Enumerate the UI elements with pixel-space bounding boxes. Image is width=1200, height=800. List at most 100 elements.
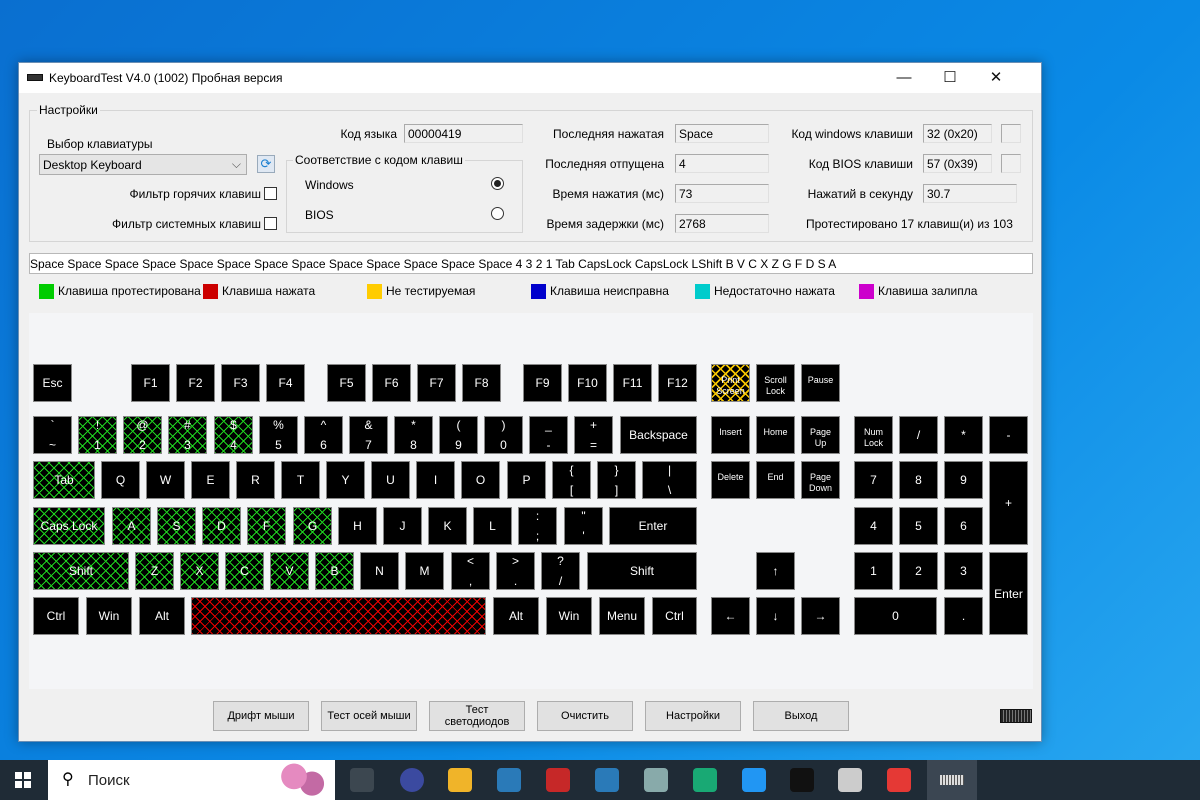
key-n[interactable]: N [360,552,399,590]
key-n8[interactable]: 8 [899,461,938,499]
key-j[interactable]: J [383,507,422,545]
key-k9[interactable]: (9 [439,416,478,454]
key-pause[interactable]: Pause [801,364,840,402]
key-k[interactable]: K [428,507,467,545]
key-v[interactable]: V [270,552,309,590]
key-n7[interactable]: 7 [854,461,893,499]
key-f1[interactable]: F1 [131,364,170,402]
key-n1[interactable]: 1 [854,552,893,590]
keyboardtest-taskbar-icon[interactable] [940,775,964,785]
key-f[interactable]: F [247,507,286,545]
key-nsub[interactable]: - [989,416,1028,454]
key-k3[interactable]: #3 [168,416,207,454]
key-up[interactable]: ↑ [756,552,795,590]
key-right[interactable]: → [801,597,840,635]
key-lwin[interactable]: Win [86,597,132,635]
key-k2[interactable]: @2 [123,416,162,454]
key-rwin[interactable]: Win [546,597,592,635]
key-b[interactable]: B [315,552,354,590]
key-i[interactable]: I [416,461,455,499]
key-bslash[interactable]: | \ [642,461,697,499]
key-f12[interactable]: F12 [658,364,697,402]
radio-windows[interactable] [491,177,504,190]
key-f3[interactable]: F3 [221,364,260,402]
maximize-button[interactable]: ☐ [927,63,973,93]
key-lalt[interactable]: Alt [139,597,185,635]
mail-app-icon[interactable] [497,768,521,792]
key-space[interactable] [191,597,486,635]
key-f9[interactable]: F9 [523,364,562,402]
key-caps[interactable]: Caps Lock [33,507,105,545]
key-c[interactable]: C [225,552,264,590]
key-n5[interactable]: 5 [899,507,938,545]
key-nmul[interactable]: * [944,416,983,454]
key-lshift[interactable]: Shift [33,552,129,590]
key-n9[interactable]: 9 [944,461,983,499]
yandex-browser-icon[interactable] [400,768,424,792]
key-slash[interactable]: ? / [541,552,580,590]
key-ralt[interactable]: Alt [493,597,539,635]
key-left[interactable]: ← [711,597,750,635]
key-lbr[interactable]: {[ [552,461,591,499]
key-o[interactable]: O [461,461,500,499]
key-h[interactable]: H [338,507,377,545]
key-u[interactable]: U [371,461,410,499]
key-home[interactable]: Home [756,416,795,454]
key-t[interactable]: T [281,461,320,499]
refresh-icon[interactable]: ⟳ [257,155,275,173]
button-6[interactable]: Выход [753,701,849,731]
key-del[interactable]: Delete [711,461,750,499]
key-rctrl[interactable]: Ctrl [652,597,697,635]
key-rshift[interactable]: Shift [587,552,697,590]
key-k1[interactable]: ! 1 [78,416,117,454]
key-n0[interactable]: 0 [854,597,937,635]
keyboard-select[interactable]: Desktop Keyboard ⌵ [39,154,247,175]
key-f8[interactable]: F8 [462,364,501,402]
key-f2[interactable]: F2 [176,364,215,402]
windows-start-icon[interactable] [15,772,31,788]
key-down[interactable]: ↓ [756,597,795,635]
button-2[interactable]: Тест осей мыши [321,701,417,731]
key-e[interactable]: E [191,461,230,499]
key-f6[interactable]: F6 [372,364,411,402]
key-comma[interactable]: <, [451,552,490,590]
key-end[interactable]: End [756,461,795,499]
key-k4[interactable]: $4 [214,416,253,454]
key-k8[interactable]: * 8 [394,416,433,454]
key-d[interactable]: D [202,507,241,545]
key-ndiv[interactable]: / [899,416,938,454]
key-m[interactable]: M [405,552,444,590]
key-ins[interactable]: Insert [711,416,750,454]
network-monitor-icon[interactable] [644,768,668,792]
messenger-icon[interactable] [742,768,766,792]
key-w[interactable]: W [146,461,185,499]
key-semi[interactable]: :; [518,507,557,545]
button-1[interactable]: Дрифт мыши [213,701,309,731]
anydesk-icon[interactable] [887,768,911,792]
key-n4[interactable]: 4 [854,507,893,545]
key-x[interactable]: X [180,552,219,590]
key-numlock[interactable]: Num Lock [854,416,893,454]
key-k6[interactable]: ^ 6 [304,416,343,454]
chat-app-icon[interactable] [693,768,717,792]
key-z[interactable]: Z [135,552,174,590]
key-nenter[interactable]: Enter [989,552,1028,635]
key-k7[interactable]: & 7 [349,416,388,454]
key-minus[interactable]: _ - [529,416,568,454]
key-n3[interactable]: 3 [944,552,983,590]
key-f7[interactable]: F7 [417,364,456,402]
key-tilde[interactable]: ` ~ [33,416,72,454]
close-button[interactable]: ✕ [973,63,1019,93]
terminal-icon[interactable] [790,768,814,792]
key-pgup[interactable]: Page Up [801,416,840,454]
key-f4[interactable]: F4 [266,364,305,402]
key-esc[interactable]: Esc [33,364,72,402]
system-filter-checkbox[interactable] [264,217,277,230]
key-k5[interactable]: % 5 [259,416,298,454]
key-enter[interactable]: Enter [609,507,697,545]
key-equal[interactable]: + = [574,416,613,454]
key-r[interactable]: R [236,461,275,499]
key-p[interactable]: P [507,461,546,499]
key-s[interactable]: S [157,507,196,545]
key-k0[interactable]: ) 0 [484,416,523,454]
